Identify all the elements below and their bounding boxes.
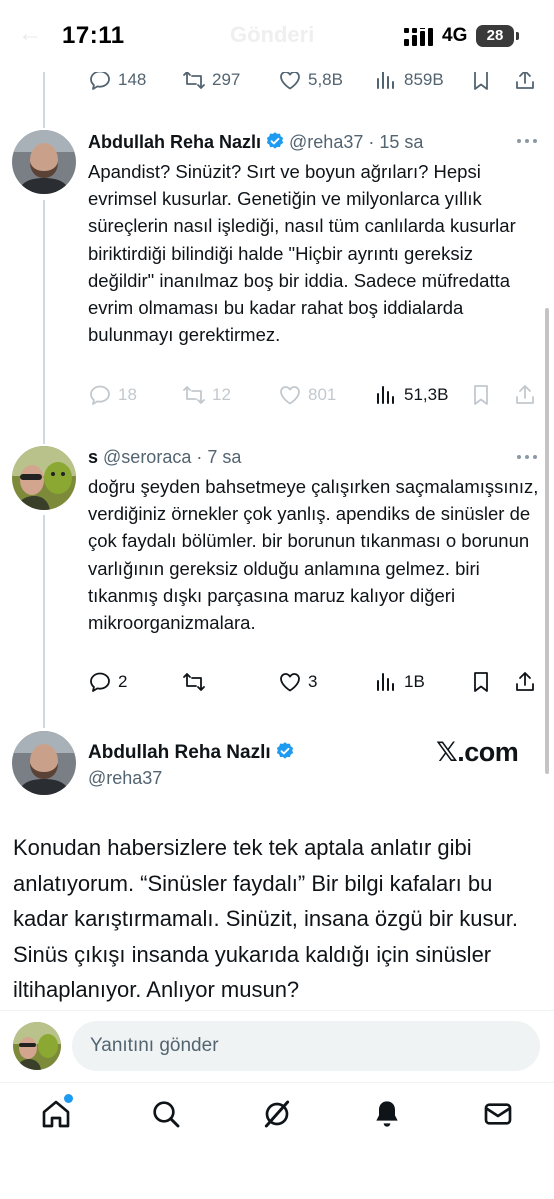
status-bar: ← Gönderi 17:11 4G 28: [0, 0, 554, 72]
like-button[interactable]: 801: [278, 383, 336, 407]
grok-icon: [264, 1100, 290, 1128]
tab-messages[interactable]: [480, 1096, 516, 1132]
my-avatar: [13, 1022, 61, 1070]
repost-button[interactable]: 12: [182, 383, 231, 407]
reply-button[interactable]: 2: [88, 670, 127, 694]
views-count: 1B: [404, 672, 425, 691]
battery-tip: [516, 32, 519, 40]
share-icon: [516, 385, 534, 404]
repost-icon: [183, 386, 205, 404]
views-count: 51,3B: [404, 385, 449, 404]
author-name[interactable]: Abdullah Reha Nazlı: [88, 132, 261, 152]
more-options-icon[interactable]: [516, 454, 538, 460]
author-handle[interactable]: @reha37: [88, 768, 162, 789]
thread-line: [43, 515, 45, 728]
tweet-time: 15 sa: [379, 132, 424, 152]
tab-notifications[interactable]: [369, 1096, 405, 1132]
verified-badge-icon: [266, 132, 284, 149]
verified-badge-icon: [276, 742, 293, 759]
avatar[interactable]: [12, 130, 76, 194]
like-count: 5,8B: [308, 70, 343, 89]
user-photo: [13, 1022, 61, 1070]
tweet-header: s @seroraca · 7 sa: [88, 447, 242, 467]
main-tweet-text: Konudan habersizlere tek tek aptala anla…: [13, 835, 518, 1002]
main-tweet-header: Abdullah Reha Nazlı: [88, 741, 299, 764]
share-button[interactable]: [513, 670, 537, 694]
page-title: Gönderi: [230, 22, 315, 47]
reply-icon: [90, 385, 110, 405]
home-notification-dot: [64, 1094, 73, 1103]
tab-search[interactable]: [148, 1096, 184, 1132]
repost-count: 12: [212, 385, 231, 404]
views-count: 859B: [404, 70, 444, 89]
author-handle[interactable]: @reha37: [289, 132, 363, 152]
views-icon: [377, 386, 394, 404]
messages-icon: [484, 1103, 512, 1125]
tweet-actions: 18 12 801 51,3B: [88, 383, 534, 415]
heart-icon: [280, 386, 300, 405]
tab-grok[interactable]: [259, 1096, 295, 1132]
like-button[interactable]: 3: [278, 670, 317, 694]
tweet-text: doğru şeyden bahsetmeye çalışırken saçma…: [88, 476, 539, 634]
bookmark-icon: [474, 672, 488, 692]
reply-count: 2: [118, 672, 128, 691]
tweet-header: Abdullah Reha Nazlı @reha37 · 15 sa: [88, 132, 424, 152]
x-brand-logo: 𝕏.com: [436, 737, 519, 767]
author-name[interactable]: Abdullah Reha Nazlı: [88, 742, 271, 763]
views-button[interactable]: 51,3B: [374, 383, 448, 407]
reply-input[interactable]: [72, 1021, 540, 1071]
bookmark-button[interactable]: [469, 670, 493, 694]
reply-count: 18: [118, 385, 137, 404]
author-name[interactable]: s: [88, 447, 98, 467]
heart-icon: [280, 673, 300, 692]
thread-line: [43, 200, 45, 444]
avatar[interactable]: [12, 446, 76, 510]
repost-count: 297: [212, 70, 241, 89]
repost-icon: [183, 673, 205, 691]
user-photo: [12, 130, 76, 194]
author-handle[interactable]: @seroraca: [103, 447, 191, 467]
share-button[interactable]: [513, 383, 537, 407]
divider: [0, 1010, 554, 1011]
reply-icon: [90, 672, 110, 692]
network-type: 4G: [442, 25, 468, 46]
like-count: 801: [308, 385, 337, 404]
views-icon: [377, 673, 394, 691]
notifications-icon: [376, 1101, 398, 1127]
repost-button[interactable]: [182, 670, 212, 694]
tweet-text: Apandist? Sinüzit? Sırt ve boyun ağrılar…: [88, 161, 516, 346]
tweet-time: 7 sa: [207, 447, 242, 467]
bookmark-button[interactable]: [469, 383, 493, 407]
tweet-actions: 148 297 5,8B 859B: [88, 68, 534, 100]
reply-button[interactable]: 18: [88, 383, 137, 407]
user-photo: [12, 446, 76, 510]
bookmark-icon: [474, 385, 488, 405]
thread-line: [43, 68, 45, 128]
bottom-tab-bar: [0, 1082, 554, 1152]
signal-icon: [404, 28, 433, 46]
battery-icon: 28: [476, 25, 514, 47]
scrollbar[interactable]: [545, 308, 549, 774]
avatar[interactable]: [12, 731, 76, 795]
clock: 17:11: [62, 22, 125, 49]
reply-count: 148: [118, 70, 147, 89]
user-photo: [12, 731, 76, 795]
share-icon: [516, 672, 534, 691]
tweet-actions: 2 3 1B: [88, 670, 534, 702]
more-options-icon[interactable]: [516, 138, 538, 144]
back-arrow-icon[interactable]: ←: [18, 20, 42, 48]
search-icon: [153, 1101, 180, 1128]
views-button[interactable]: 1B: [374, 670, 425, 694]
like-count: 3: [308, 672, 318, 691]
